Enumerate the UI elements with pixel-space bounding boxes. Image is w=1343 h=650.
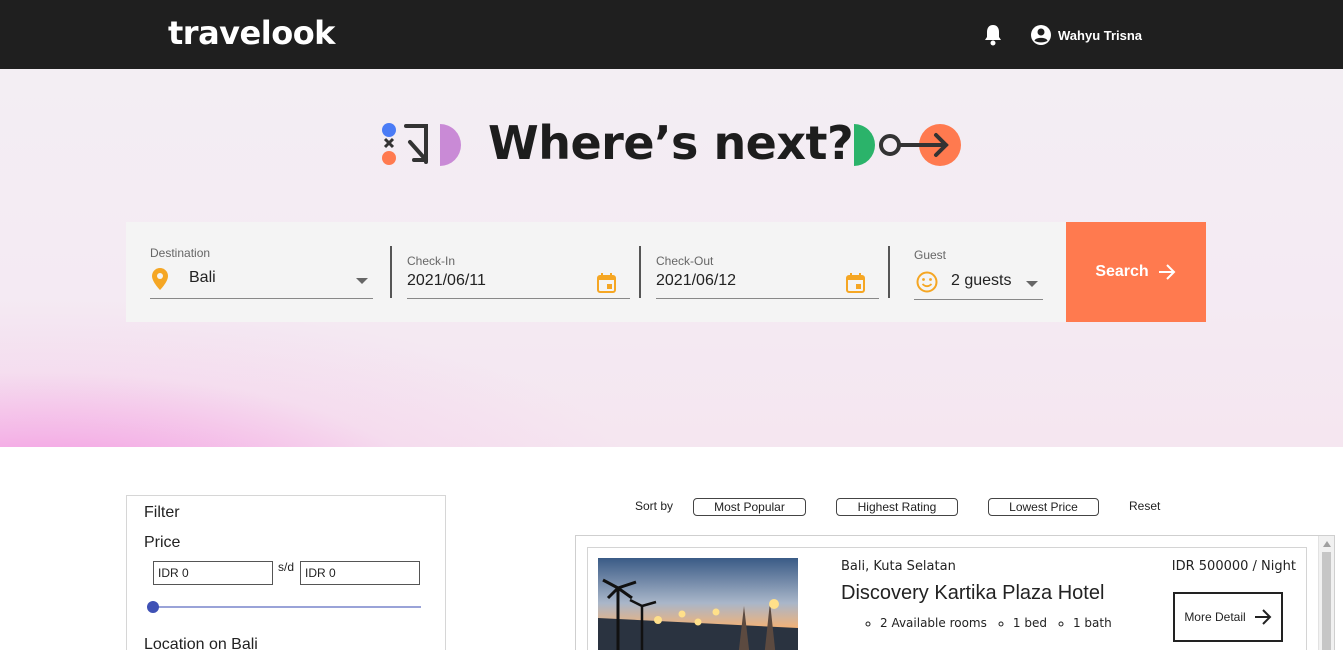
decorative-shapes-icon	[382, 123, 461, 166]
guest-select[interactable]: 2 guests	[951, 272, 1011, 290]
checkin-input[interactable]: 2021/06/11	[407, 272, 486, 290]
results-scrollbar[interactable]	[1318, 536, 1334, 650]
hotel-card[interactable]: Bali, Kuta Selatan Discovery Kartika Pla…	[587, 547, 1307, 650]
scroll-thumb[interactable]	[1322, 552, 1331, 650]
sort-label: Sort by	[635, 499, 674, 513]
min-price-input[interactable]	[153, 561, 273, 585]
hotel-price: IDR 500000 / Night	[1171, 559, 1296, 574]
hotel-name[interactable]: Discovery Kartika Plaza Hotel	[841, 582, 1104, 605]
smiley-icon	[916, 271, 938, 293]
top-navbar: travelook Wahyu Trisna	[0, 0, 1343, 69]
field-divider	[390, 246, 392, 298]
reset-button[interactable]: Reset	[1129, 499, 1160, 513]
checkin-label: Check-In	[407, 254, 456, 268]
amenity-bed: 1 bed	[1013, 616, 1047, 630]
hotel-location: Bali, Kuta Selatan	[841, 559, 956, 574]
amenity-bath: 1 bath	[1073, 616, 1112, 630]
checkout-underline	[656, 298, 879, 299]
destination-select[interactable]: Bali	[189, 269, 216, 287]
scroll-up-icon[interactable]	[1323, 541, 1331, 547]
chevron-down-icon[interactable]	[356, 278, 368, 284]
travelook-logo[interactable]: travelook	[168, 14, 335, 52]
checkin-underline	[407, 298, 630, 299]
sort-lowest-price[interactable]: Lowest Price	[988, 498, 1099, 516]
amenity-rooms: 2 Available rooms	[880, 616, 987, 630]
calendar-icon[interactable]	[846, 273, 865, 293]
location-pin-icon	[152, 268, 168, 290]
range-separator: s/d	[278, 560, 295, 574]
search-button-label: Search	[1095, 263, 1149, 280]
price-slider-thumb[interactable]	[147, 601, 159, 613]
bell-icon[interactable]	[983, 24, 1003, 46]
field-divider	[888, 246, 890, 298]
max-price-input[interactable]	[300, 561, 420, 585]
checkout-label: Check-Out	[656, 254, 714, 268]
sort-most-popular[interactable]: Most Popular	[693, 498, 806, 516]
filter-title: Filter	[144, 504, 180, 521]
hotel-amenities: 2 Available rooms 1 bed 1 bath	[868, 616, 1112, 630]
location-filter-title: Location on Bali	[144, 636, 258, 650]
user-name: Wahyu Trisna	[1058, 27, 1143, 43]
calendar-icon[interactable]	[597, 273, 616, 293]
more-detail-button[interactable]: More Detail	[1173, 592, 1283, 642]
price-title: Price	[144, 534, 181, 551]
account-icon	[1031, 25, 1051, 45]
filter-panel: Filter Price s/d Location on Bali	[126, 495, 446, 650]
guest-label: Guest	[914, 248, 947, 262]
sort-highest-rating[interactable]: Highest Rating	[836, 498, 958, 516]
destination-underline	[150, 298, 373, 299]
user-menu[interactable]: Wahyu Trisna	[1030, 24, 1142, 46]
arrow-right-icon	[1158, 264, 1176, 280]
page-headline: Where’s next?	[488, 116, 854, 170]
guest-underline	[914, 299, 1043, 300]
arrow-right-icon	[1254, 609, 1272, 625]
hotel-photo	[598, 558, 798, 650]
results-list: Bali, Kuta Selatan Discovery Kartika Pla…	[575, 535, 1335, 650]
more-detail-label: More Detail	[1184, 610, 1246, 624]
price-slider-track[interactable]	[153, 606, 421, 608]
checkout-input[interactable]: 2021/06/12	[656, 272, 736, 290]
field-divider	[639, 246, 641, 298]
journey-arrow-icon	[854, 124, 961, 166]
chevron-down-icon[interactable]	[1026, 281, 1038, 287]
destination-label: Destination	[150, 246, 211, 260]
search-button[interactable]: Search	[1066, 222, 1206, 322]
